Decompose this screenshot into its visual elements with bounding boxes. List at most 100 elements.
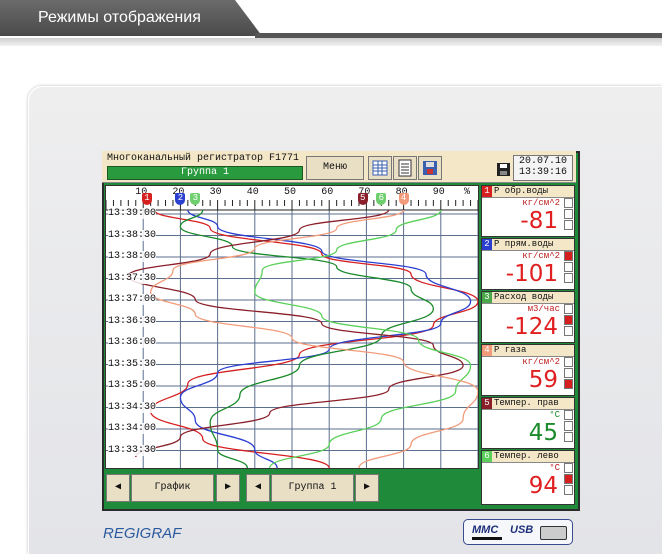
alarm-box [564,273,573,283]
alarm-box [564,368,573,378]
channel-value: 94 [528,473,558,499]
channel-header: 1P обр.воды [482,186,574,198]
channel-name: Темпер. прав [494,398,559,408]
list-icon [398,159,412,177]
channel-number: 6 [482,451,492,462]
channel-panel-4[interactable]: 4P газа кг/см^2 59 [481,344,575,396]
alarm-indicators [564,357,573,390]
mmc-slot[interactable] [472,537,502,540]
channel-panel-2[interactable]: 2P прям.воды кг/см^2 -101 [481,238,575,290]
right-arrow-icon: ▶ [224,482,232,493]
alarm-box [564,432,573,442]
alarm-box [564,485,573,495]
x-tick-label: 30 [209,187,222,198]
channel-panel-3[interactable]: 3 Расход воды м3/час -124 [481,291,575,343]
recorder-title: Многоканальный регистратор F1771 [107,153,300,164]
channel-number: 5 [482,398,492,409]
time-label: 13:37:30 [108,272,157,284]
alarm-indicators [564,251,573,284]
channel-name: Темпер. лево [494,451,559,461]
usb-label: USB [510,524,534,536]
group-next-button[interactable]: ▶ [355,474,379,502]
table-view-button[interactable] [368,156,392,180]
x-tick-label: % [464,187,471,198]
mmc-label: MMC [472,524,499,536]
brand-logo: REGIGRAF [103,525,182,542]
channel-marker-3[interactable]: 3 [190,193,201,205]
archive-button[interactable] [418,156,442,180]
alarm-box [564,463,573,473]
header-strip [0,38,662,46]
alarm-box [564,304,573,314]
channel-value: -101 [505,261,558,287]
list-view-button[interactable] [393,156,417,180]
channel-panel-5[interactable]: 5 Темпер. прав °C 45 [481,397,575,449]
channel-value: -124 [505,314,558,340]
time-label: 13:35:30 [108,358,157,370]
alarm-box [564,209,573,219]
group-prev-button[interactable]: ◀ [246,474,270,502]
group-indicator: Группа 1 [107,166,303,180]
save-icon[interactable] [497,163,510,176]
channel-name: P обр.воды [494,186,549,196]
alarm-box [564,474,573,484]
alarm-indicators [564,410,573,443]
channel-marker-6[interactable]: 6 [376,193,387,205]
alarm-box [564,410,573,420]
alarm-indicators [564,198,573,231]
time-label: 13:34:00 [108,423,157,434]
trend-chart-svg [106,200,478,468]
right-arrow-icon: ▶ [363,482,371,493]
time-label: 13:39:00 [108,208,157,219]
channel-marker-5[interactable]: 5 [357,193,368,205]
alarm-box [564,220,573,230]
port-panel: MMC USB [463,519,573,545]
channel-number: 4 [482,345,492,356]
alarm-box [564,421,573,431]
datetime-display: 20.07.10 13:39:16 [513,155,573,181]
alarm-box [564,315,573,325]
x-tick-label: 60 [321,187,334,198]
time-label: 13:36:30 [108,315,157,327]
alarm-box [564,379,573,389]
channel-marker-1[interactable]: 1 [141,193,152,205]
view-next-button[interactable]: ▶ [216,474,240,502]
section-tab-title: Режимы отображения [38,9,201,26]
time-label: 13:33:30 [108,444,157,456]
channel-name: P газа [494,345,527,355]
channel-header: 2P прям.воды [482,239,574,251]
alarm-box [564,198,573,208]
time-label: 13:37:00 [108,294,157,305]
time-label: 13:34:30 [108,401,157,413]
view-mode-button[interactable]: График [131,474,214,502]
alarm-indicators [564,304,573,337]
time-label: 13:35:00 [108,380,157,391]
date-text: 20.07.10 [518,156,567,167]
group-select-button[interactable]: Группа 1 [271,474,354,502]
time-label: 13:38:30 [108,229,157,241]
channel-value: -81 [520,208,558,234]
section-tab: Режимы отображения [0,0,262,36]
view-prev-button[interactable]: ◀ [106,474,130,502]
channel-value: 59 [528,367,558,393]
channel-panel-1[interactable]: 1P обр.воды кг/см^2 -81 [481,185,575,237]
channel-header: 6 Темпер. лево [482,451,574,463]
trend-chart[interactable]: 102030405060708090%13:39:0013:38:3013:38… [105,185,479,469]
channel-name: P прям.воды [494,239,554,249]
time-label: 13:36:00 [108,337,157,348]
menu-button[interactable]: Меню [306,156,364,180]
channel-value: 45 [528,420,558,446]
usb-port[interactable] [540,526,567,540]
channel-number: 3 [482,292,492,303]
x-tick-label: 90 [432,187,445,198]
channel-panel-6[interactable]: 6 Темпер. лево °C 94 [481,450,575,505]
alarm-box [564,262,573,272]
channel-number: 2 [482,239,492,250]
channel-header: 4P газа [482,345,574,357]
alarm-box [564,326,573,336]
channel-number: 1 [482,186,492,197]
alarm-box [564,251,573,261]
alarm-box [564,357,573,367]
channel-marker-4[interactable]: 4 [398,193,409,205]
x-tick-label: 50 [284,187,297,198]
